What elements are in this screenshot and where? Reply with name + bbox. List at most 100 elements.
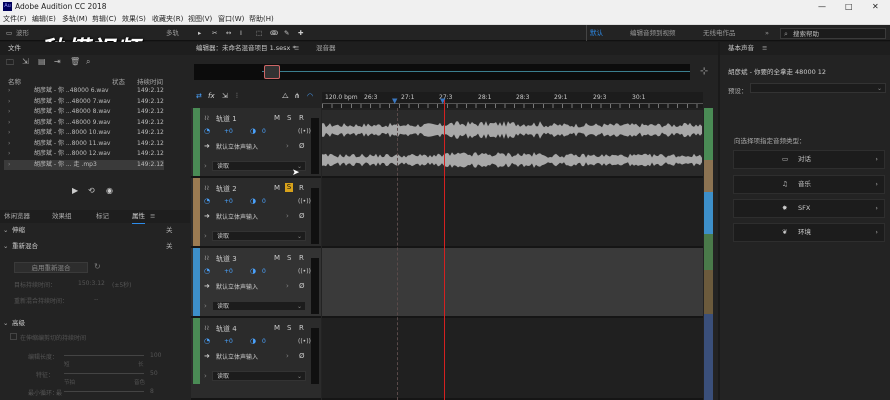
min-loop-slider[interactable]: [64, 391, 144, 392]
input-monitor-icon[interactable]: ((•)): [298, 128, 311, 135]
snap-icon[interactable]: ⋔: [294, 92, 300, 100]
menu-edit[interactable]: 编辑(E): [32, 13, 56, 25]
file-row[interactable]: › 胡彦斌 - 你 ...8000 12.wav 149:2.12: [4, 149, 164, 160]
panel-menu-icon[interactable]: ≡: [762, 42, 767, 55]
track-input[interactable]: 默认立体声输入: [216, 142, 258, 151]
tab-mixer[interactable]: ≡: [294, 42, 299, 55]
slip-tool-icon[interactable]: ↔: [226, 25, 231, 41]
track-lane-3[interactable]: [322, 248, 703, 318]
pan-knob-icon[interactable]: ◑: [250, 197, 256, 205]
time-selection-tool-icon[interactable]: I: [240, 25, 242, 41]
input-monitor-icon[interactable]: ((•)): [298, 268, 311, 275]
edit-length-value[interactable]: 100: [150, 352, 161, 359]
playhead-line[interactable]: [444, 100, 445, 400]
remix-state[interactable]: 关: [166, 241, 173, 252]
audio-clip-waveform[interactable]: [322, 110, 703, 176]
search-box[interactable]: ⌕ 搜索帮助: [780, 28, 886, 39]
mute-button[interactable]: M: [274, 114, 280, 122]
track-name[interactable]: 轨道 3: [216, 254, 237, 264]
tab-media-browser[interactable]: 休闲览器: [4, 210, 30, 223]
marquee-tool-icon[interactable]: ⬚: [256, 25, 262, 41]
track-nav-strip[interactable]: [704, 234, 713, 270]
input-monitor-icon[interactable]: ((•)): [298, 338, 311, 345]
tab-effects-rack[interactable]: 效果组: [52, 210, 72, 223]
chevron-right-icon[interactable]: ›: [286, 212, 289, 220]
track-lane-4[interactable]: [322, 318, 703, 400]
chevron-right-icon[interactable]: ›: [286, 282, 289, 290]
pan-knob-icon[interactable]: ◑: [250, 267, 256, 275]
phase-icon[interactable]: Ø: [299, 352, 305, 360]
automation-arrow-icon[interactable]: ›: [204, 232, 207, 240]
track-name[interactable]: 轨道 4: [216, 324, 237, 334]
column-name[interactable]: 名称: [8, 76, 21, 86]
headphones-icon[interactable]: ◠: [307, 92, 313, 100]
play-icon[interactable]: ▶: [72, 186, 78, 195]
input-monitor-icon[interactable]: ((•)): [298, 198, 311, 205]
import-icon[interactable]: ⇲: [22, 57, 29, 66]
track-nav-strip[interactable]: [704, 108, 713, 160]
record-arm-button[interactable]: R: [299, 184, 304, 192]
zoom-tool-icon[interactable]: ⊹: [700, 66, 708, 77]
volume-value[interactable]: +0: [224, 128, 233, 135]
pan-value[interactable]: 0: [262, 198, 266, 205]
menu-window[interactable]: 窗口(W): [218, 13, 244, 25]
tab-essential-sound[interactable]: 基本声音: [728, 42, 754, 55]
solo-button[interactable]: S: [287, 254, 291, 262]
marker-in-icon[interactable]: ▼: [392, 97, 397, 105]
remix-refresh-icon[interactable]: ↻: [94, 262, 101, 271]
timeline-ruler[interactable]: 120.0 bpm 26:3 27:1 27:3 28:1 28:3 29:1 …: [322, 92, 703, 108]
tab-markers[interactable]: 标记: [96, 210, 109, 223]
volume-value[interactable]: +0: [224, 338, 233, 345]
category-dialogue-button[interactable]: ▭ 对话 ›: [733, 150, 885, 169]
stretch-section[interactable]: ⌄ 伸缩 关: [0, 225, 180, 236]
menu-view[interactable]: 视图(V): [188, 13, 212, 25]
tab-editor[interactable]: 编辑器：未命名混音项目 1.sesx *: [196, 42, 296, 55]
record-arm-button[interactable]: R: [299, 324, 304, 332]
mute-button[interactable]: M: [274, 324, 280, 332]
pan-value[interactable]: 0: [262, 268, 266, 275]
phase-icon[interactable]: Ø: [299, 142, 305, 150]
preset-select[interactable]: ⌄: [750, 83, 886, 93]
insert-icon[interactable]: ⇥: [54, 57, 61, 66]
stretch-checkbox[interactable]: [10, 333, 17, 340]
close-window-button[interactable]: ✕: [872, 0, 879, 13]
file-row[interactable]: › 胡彦斌 - 你 ...8000 10.wav 149:2.12: [4, 128, 164, 139]
automation-arrow-icon[interactable]: ›: [204, 372, 207, 380]
track-name[interactable]: 轨道 2: [216, 184, 237, 194]
sends-icon[interactable]: ⇲: [222, 92, 228, 100]
file-row[interactable]: › 胡彦斌 - 你 ...48000 7.wav 149:2.12: [4, 97, 164, 108]
menu-help[interactable]: 帮助(H): [249, 13, 274, 25]
maximize-button[interactable]: □: [845, 0, 853, 13]
automation-mode-select[interactable]: 读取 ⌄: [212, 231, 306, 241]
file-row[interactable]: › 胡彦斌 - 你 ...8000 11.wav 149:2.12: [4, 139, 164, 150]
loop-icon[interactable]: ⟲: [88, 186, 95, 195]
new-file-icon[interactable]: ▤: [38, 57, 46, 66]
track-nav-strip[interactable]: [704, 160, 713, 192]
volume-value[interactable]: +0: [224, 268, 233, 275]
solo-button[interactable]: S: [287, 114, 291, 122]
track-input[interactable]: 默认立体声输入: [216, 352, 258, 361]
automation-mode-select[interactable]: 读取 ⌄: [212, 301, 306, 311]
io-icon[interactable]: ⇄: [196, 92, 202, 100]
lasso-tool-icon[interactable]: ↂ: [270, 25, 278, 41]
metronome-icon[interactable]: ⧍: [282, 92, 289, 101]
menu-favorites[interactable]: 收藏夹(R): [152, 13, 183, 25]
feature-slider[interactable]: [64, 373, 144, 374]
workspace-overflow[interactable]: »: [765, 25, 769, 41]
track-lane-2[interactable]: [322, 178, 703, 248]
tab-files[interactable]: 文件: [8, 42, 21, 55]
volume-knob-icon[interactable]: ◔: [204, 337, 210, 345]
record-arm-button[interactable]: R: [299, 114, 304, 122]
brush-tool-icon[interactable]: ✎: [284, 25, 289, 41]
volume-value[interactable]: +0: [224, 198, 233, 205]
mute-button[interactable]: M: [274, 254, 280, 262]
column-status[interactable]: 状态: [112, 76, 125, 86]
track-input[interactable]: 默认立体声输入: [216, 212, 258, 221]
waveform-button[interactable]: 波形: [16, 25, 29, 41]
workspace-radio-production[interactable]: 无线电作品: [703, 25, 736, 41]
file-row[interactable]: › 胡彦斌 - 你 ..48000 6.wav 149:2.12: [4, 86, 164, 97]
automation-mode-select[interactable]: 读取 ⌄: [212, 371, 306, 381]
track-nav-strip[interactable]: [704, 192, 713, 234]
open-folder-icon[interactable]: 🗀: [6, 57, 14, 71]
eq-icon[interactable]: ⫶: [236, 92, 238, 101]
